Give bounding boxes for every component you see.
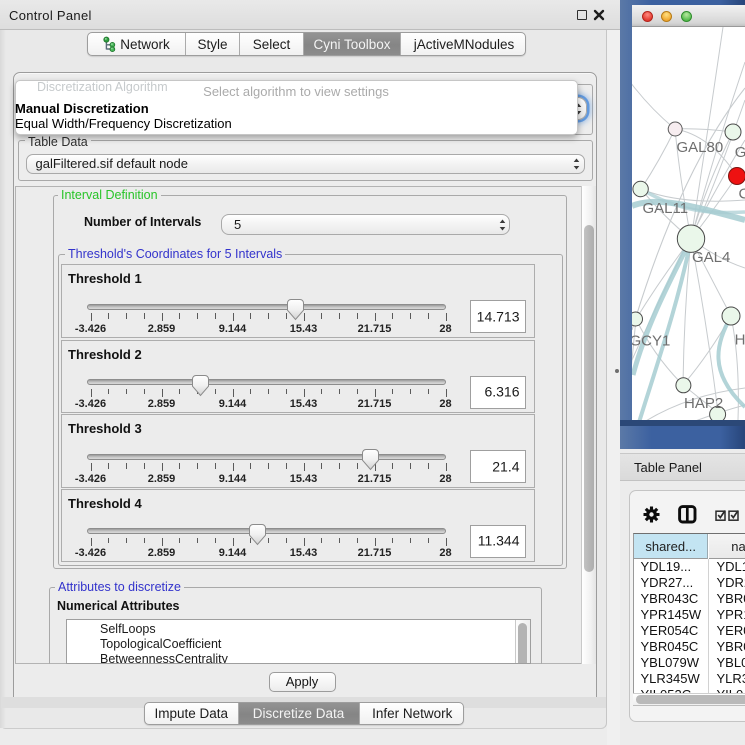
svg-text:H: H <box>735 332 745 349</box>
svg-text:GA: GA <box>735 144 745 161</box>
svg-text:GAL4: GAL4 <box>692 249 730 266</box>
svg-text:HAP2: HAP2 <box>684 395 723 412</box>
svg-text:GCY1: GCY1 <box>630 333 671 350</box>
svg-text:GAL11: GAL11 <box>643 200 689 217</box>
svg-text:C: C <box>739 186 745 203</box>
svg-text:GAL80: GAL80 <box>677 139 724 156</box>
